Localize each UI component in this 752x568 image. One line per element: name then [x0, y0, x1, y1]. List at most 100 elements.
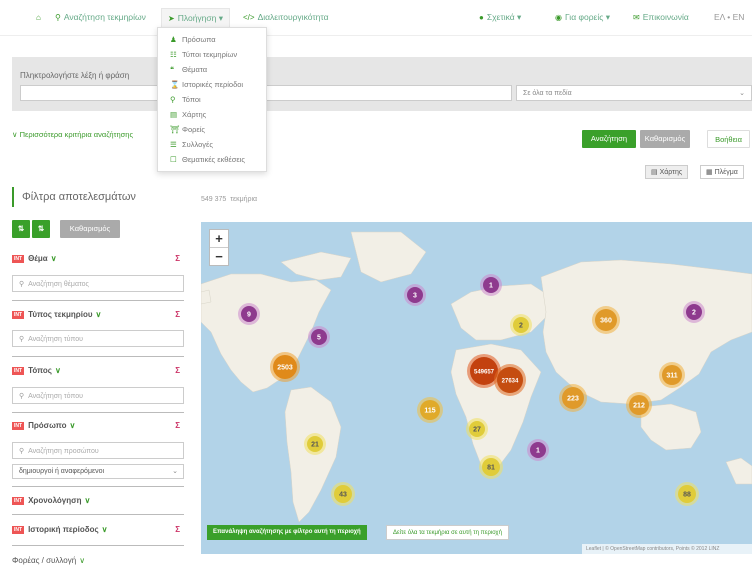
- divider: [12, 300, 184, 301]
- search-button[interactable]: Αναζήτηση: [582, 130, 636, 148]
- map-cluster-marker[interactable]: 27: [466, 418, 488, 440]
- filter-subject-search[interactable]: ⚲ Αναζήτηση θέματος: [12, 275, 184, 292]
- envelope-icon: ✉: [633, 13, 640, 22]
- map-cluster-count: 9: [247, 312, 251, 319]
- map-icon: ▤: [170, 110, 178, 119]
- map-cluster-marker[interactable]: 81: [479, 455, 503, 479]
- map-cluster-marker[interactable]: 5: [308, 326, 330, 348]
- map-cluster-marker[interactable]: 21: [304, 433, 326, 455]
- chevron-down-icon: ∨: [95, 310, 102, 319]
- search-icon: ⚲: [19, 448, 25, 455]
- nav-browse[interactable]: ➤ Πλοήγηση ▾: [161, 8, 231, 29]
- eye-icon: ◉: [555, 13, 562, 22]
- chevron-down-icon: ∨: [50, 254, 57, 263]
- map-cluster-count: 549657: [474, 370, 495, 376]
- map-cluster-marker[interactable]: 43: [331, 482, 355, 506]
- filter-type[interactable]: INT Τύπος τεκμηρίου ∨ Σ: [12, 310, 184, 319]
- see-all-in-area-button[interactable]: Δείτε όλα τα τεκμήρια σε αυτή τη περιοχή: [386, 525, 509, 540]
- map-marker-icon: ⚲: [170, 95, 176, 104]
- map-cluster-count: 115: [424, 408, 435, 415]
- grid-icon: ▦: [706, 169, 713, 176]
- menu-item-providers[interactable]: ⛩ Φορείς: [170, 125, 205, 134]
- zoom-out-button[interactable]: −: [210, 248, 228, 266]
- map-cluster-marker[interactable]: 2: [683, 301, 705, 323]
- map-view-button[interactable]: ▤ Χάρτης: [645, 165, 689, 179]
- nav-interop[interactable]: </> Διαλειτουργικότητα: [243, 12, 329, 22]
- filters-clear-button[interactable]: Καθαρισμός: [60, 220, 120, 238]
- map-cluster-marker[interactable]: 27634: [494, 364, 526, 396]
- menu-item-subjects[interactable]: ❝ Θέματα: [170, 65, 207, 74]
- browse-dropdown-menu: ♟ Πρόσωπα ☷ Τύποι τεκμηρίων ❝ Θέματα ⌛ Ιστορ…: [157, 27, 267, 172]
- nav-search[interactable]: ⚲ Αναζήτηση τεκμηρίων: [55, 12, 146, 22]
- map-cluster-marker[interactable]: 2: [510, 314, 532, 336]
- person-icon: ♟: [170, 35, 177, 44]
- more-criteria-link[interactable]: ∨ Περισσότερα κριτήρια αναζήτησης: [12, 130, 133, 139]
- map-cluster-marker[interactable]: 1: [527, 439, 549, 461]
- nav-providers[interactable]: ◉ Για φορείς ▾: [555, 12, 610, 23]
- filter-chronology[interactable]: INT Χρονολόγηση ∨: [12, 496, 184, 505]
- help-button[interactable]: Βοήθεια: [707, 130, 750, 148]
- filter-place-search[interactable]: ⚲ Αναζήτηση τόπου: [12, 387, 184, 404]
- sort-icon: ⇅: [17, 224, 25, 233]
- bank-icon: ⛩: [170, 125, 180, 134]
- menu-item-exhibitions[interactable]: ☐ Θεματικές εκθέσεις: [170, 155, 245, 164]
- filter-subject[interactable]: INT Θέμα ∨ Σ: [12, 254, 184, 263]
- sort-desc-button[interactable]: ⇅: [32, 220, 50, 238]
- map-cluster-count: 81: [487, 465, 495, 472]
- menu-item-types[interactable]: ☷ Τύποι τεκμηρίων: [170, 50, 237, 59]
- person-role-select[interactable]: δημιουργοί ή αναφερόμενοι ⌄: [12, 464, 184, 479]
- map-cluster-marker[interactable]: 223: [559, 384, 587, 412]
- sitemap-icon: ☷: [170, 50, 177, 59]
- map-cluster-marker[interactable]: 3: [404, 284, 426, 306]
- map-cluster-marker[interactable]: 1: [480, 274, 502, 296]
- sort-tag-icon: INT: [12, 254, 25, 263]
- filter-period[interactable]: INT Ιστορική περίοδος ∨ Σ: [12, 525, 184, 534]
- search-panel: Πληκτρολογήστε λέξη ή φράση Σε όλα τα πε…: [12, 57, 752, 111]
- chevrons-down-icon: ∨: [12, 130, 18, 139]
- filter-person[interactable]: INT Πρόσωπο ∨ Σ: [12, 421, 184, 430]
- home-icon[interactable]: ⌂: [36, 12, 44, 22]
- menu-item-places[interactable]: ⚲ Τόποι: [170, 95, 201, 104]
- menu-item-collections[interactable]: ☰ Συλλογές: [170, 140, 213, 149]
- map-cluster-marker[interactable]: 311: [659, 362, 685, 388]
- map-cluster-count: 27: [473, 427, 481, 434]
- map-cluster-marker[interactable]: 88: [675, 482, 699, 506]
- grid-view-button[interactable]: ▦ Πλέγμα: [700, 165, 744, 179]
- search-field-select[interactable]: Σε όλα τα πεδία ⌄: [516, 85, 752, 101]
- zoom-in-button[interactable]: +: [210, 230, 228, 248]
- search-this-area-button[interactable]: Επανάληψη αναζήτησης με φίλτρο αυτή τη π…: [207, 525, 367, 540]
- sort-tag-icon: INT: [12, 525, 25, 534]
- menu-item-map[interactable]: ▤ Χάρτης: [170, 110, 206, 119]
- map-cluster-marker[interactable]: 212: [626, 392, 652, 418]
- sort-tag-icon: INT: [12, 310, 25, 319]
- sort-asc-button[interactable]: ⇅: [12, 220, 30, 238]
- map-cluster-count: 223: [567, 396, 579, 403]
- map-cluster-marker[interactable]: 360: [592, 306, 620, 334]
- map-cluster-count: 27634: [502, 379, 519, 385]
- nav-about[interactable]: ● Σχετικά ▾: [479, 12, 521, 23]
- divider: [12, 514, 184, 515]
- map-cluster-marker[interactable]: 2503: [270, 352, 300, 382]
- search-icon: ⚲: [19, 336, 25, 343]
- clear-search-button[interactable]: Καθαρισμός: [640, 130, 690, 148]
- map-cluster-marker[interactable]: 115: [417, 397, 443, 423]
- nav-contact[interactable]: ✉ Επικοινωνία: [633, 12, 689, 22]
- menu-item-persons[interactable]: ♟ Πρόσωπα: [170, 35, 216, 44]
- info-icon: ●: [479, 13, 484, 22]
- language-switch[interactable]: ΕΛ • EN: [714, 12, 744, 22]
- filter-person-search[interactable]: ⚲ Αναζήτηση προσώπου: [12, 442, 184, 459]
- map-attribution: Leaflet | © OpenStreetMap contributors, …: [582, 544, 752, 554]
- filter-provider[interactable]: Φορέας / συλλογή ∨: [12, 556, 85, 565]
- results-map[interactable]: 549657 27634 2503 360 311 223 212 115 81 88 43 27 21…: [201, 222, 752, 554]
- search-icon: ⚲: [19, 393, 25, 400]
- map-cluster-count: 311: [666, 373, 677, 380]
- map-cluster-count: 21: [311, 442, 319, 449]
- map-cluster-marker[interactable]: 9: [238, 303, 260, 325]
- filter-type-search[interactable]: ⚲ Αναζήτηση τύπου: [12, 330, 184, 347]
- menu-item-periods[interactable]: ⌛ Ιστορικές περίοδοι: [170, 80, 243, 89]
- filter-place[interactable]: INT Τόπος ∨ Σ: [12, 366, 184, 375]
- map-cluster-count: 2503: [277, 365, 293, 372]
- map-cluster-count: 43: [339, 492, 347, 499]
- map-cluster-count: 360: [600, 318, 612, 325]
- chevron-down-icon: ∨: [79, 556, 86, 565]
